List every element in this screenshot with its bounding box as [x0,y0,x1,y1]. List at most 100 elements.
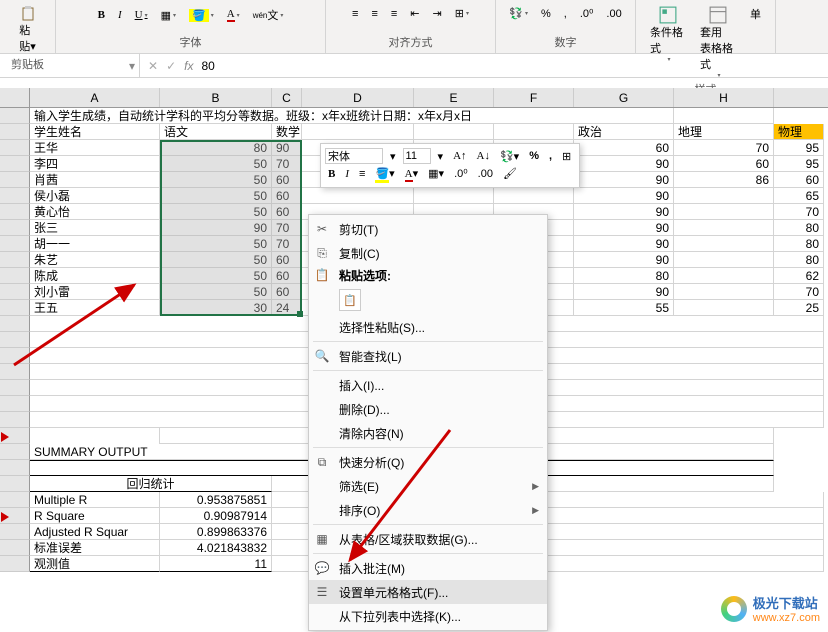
indent-inc-button[interactable]: ⇥ [429,5,446,22]
mini-dec2[interactable]: .00 [475,167,496,181]
mini-font-select[interactable] [325,148,383,164]
menu-paste-options: 📋 [309,285,547,315]
mini-italic[interactable]: I [342,167,352,181]
font-color-button[interactable]: A▾ [223,5,244,25]
menu-paste-options-label: 📋粘贴选项: [309,265,547,285]
fill-color-button[interactable]: 🪣▾ [185,5,218,25]
indent-dec-button[interactable]: ⇤ [406,5,423,22]
bold-button[interactable]: B [94,5,109,25]
header-wl[interactable]: 物理 [774,124,824,140]
menu-quick-analysis[interactable]: ⧉快速分析(Q) [309,450,547,474]
col-head-c[interactable]: C [272,88,302,107]
paste-option-default[interactable]: 📋 [339,289,361,311]
align-top-button[interactable]: ≡ [348,5,362,22]
title-cell[interactable]: 输入学生成绩，自动统计学科的平均分等数据。班级：x年x班统计日期：x年x月x日 [30,108,674,124]
comma-mini[interactable]: , [546,149,555,163]
mini-dec1[interactable]: .0⁰ [451,166,471,181]
menu-format-cells[interactable]: ☰设置单元格格式(F)... [309,580,547,604]
inc-dec-button[interactable]: .0⁰ [576,5,598,22]
col-head-e[interactable]: E [414,88,494,107]
mini-bold[interactable]: B [325,167,338,181]
fx-icon[interactable]: fx [184,59,193,73]
italic-button[interactable]: I [114,5,126,25]
header-name[interactable]: 学生姓名 [30,124,160,140]
mini-size-select[interactable] [403,148,431,164]
mini-format-painter[interactable]: 🖌 [500,166,520,181]
menu-delete[interactable]: 删除(D)... [309,397,547,421]
menu-filter[interactable]: 筛选(E)▶ [309,474,547,498]
align-mid-button[interactable]: ≡ [367,5,381,22]
header-sx[interactable]: 数学 [272,124,302,140]
header-dl[interactable]: 地理 [674,124,774,140]
col-head-g[interactable]: G [574,88,674,107]
menu-from-table[interactable]: ▦从表格/区域获取数据(G)... [309,527,547,551]
context-menu: ✂剪切(T) ⎘复制(C) 📋粘贴选项: 📋 选择性粘贴(S)... 🔍智能查找… [308,214,548,631]
currency-button[interactable]: 💱▾ [505,5,532,22]
menu-sort[interactable]: 排序(O)▶ [309,498,547,522]
font-size-dec[interactable]: ▾ [387,149,399,164]
watermark: 极光下载站 www.xz7.com [721,593,820,624]
cells-mini[interactable]: ⊞ [559,149,574,164]
font-group-label: 字体 [180,34,202,50]
menu-insert-comment[interactable]: 💬插入批注(M) [309,556,547,580]
align-bottom-button[interactable]: ≡ [387,5,401,22]
row-indicator [1,512,9,522]
mini-font-color[interactable]: A▾ [402,166,421,181]
cell-styles-button[interactable]: 单 [744,4,767,81]
table-format-icon [709,6,727,24]
col-head-f[interactable]: F [494,88,574,107]
menu-cut[interactable]: ✂剪切(T) [309,217,547,241]
formula-input[interactable]: 80 [201,59,214,73]
phonetic-button[interactable]: wén文▾ [249,5,288,25]
scissors-icon: ✂ [313,220,331,238]
col-head-a[interactable]: A [30,88,160,107]
number-group: 💱▾ % , .0⁰ .00 数字 [496,0,636,54]
mini-align[interactable]: ≡ [356,167,368,181]
col-head-b[interactable]: B [160,88,272,107]
table-icon: ▦ [313,530,331,548]
number-group-label: 数字 [555,34,577,50]
menu-clear[interactable]: 清除内容(N) [309,421,547,445]
select-all-corner[interactable] [0,88,30,107]
border-button[interactable]: ▦▾ [157,5,180,25]
styles-group: 条件格式▾ 套用表格格式▾ 单 样式 [636,0,776,54]
menu-dropdown-select[interactable]: 从下拉列表中选择(K)... [309,604,547,628]
search-icon: 🔍 [313,347,331,365]
currency-mini[interactable]: 💱▾ [497,149,522,164]
clipboard-group: 粘贴▾ 剪贴板 [0,0,56,54]
col-head-h[interactable]: H [674,88,774,107]
col-head-d[interactable]: D [302,88,414,107]
menu-paste-special[interactable]: 选择性粘贴(S)... [309,315,547,339]
name-box[interactable]: ▾ [0,54,140,77]
data-row[interactable]: 侯小磊 50 60 90 65 [0,188,828,204]
menu-insert[interactable]: 插入(I)... [309,373,547,397]
table-format-button[interactable]: 套用表格格式▾ [694,4,742,81]
clipboard-icon [20,6,36,22]
merge-button[interactable]: ⊞▾ [451,5,473,22]
confirm-icon[interactable]: ✓ [166,59,176,73]
font-group: B I U ▾ ▦▾ 🪣▾ A▾ wén文▾ 字体 [56,0,326,54]
dec-dec-button[interactable]: .00 [602,5,625,22]
menu-copy[interactable]: ⎘复制(C) [309,241,547,265]
row-indicator [1,432,9,442]
underline-button[interactable]: U ▾ [131,5,152,25]
percent-button[interactable]: % [537,5,555,22]
size-arrow[interactable]: ▾ [435,149,447,164]
shrink-font-button[interactable]: A↓ [474,149,493,163]
comma-button[interactable]: , [560,5,571,22]
mini-fill[interactable]: 🪣▾ [372,166,397,181]
paste-label: 粘贴▾ [19,22,36,54]
quick-icon: ⧉ [313,453,331,471]
cancel-icon[interactable]: ✕ [148,59,158,73]
mini-border[interactable]: ▦▾ [425,166,447,181]
column-headers: A B C D E F G H [0,88,828,108]
paste-button[interactable]: 粘贴▾ [13,4,42,56]
header-zz[interactable]: 政治 [574,124,674,140]
watermark-title: 极光下载站 [753,593,820,612]
reg-stats-header[interactable]: 回归统计 [30,476,272,492]
percent-mini[interactable]: % [526,149,542,163]
header-yw[interactable]: 语文 [160,124,272,140]
grow-font-button[interactable]: A↑ [450,149,469,163]
cond-format-button[interactable]: 条件格式▾ [644,4,692,81]
menu-smart-lookup[interactable]: 🔍智能查找(L) [309,344,547,368]
